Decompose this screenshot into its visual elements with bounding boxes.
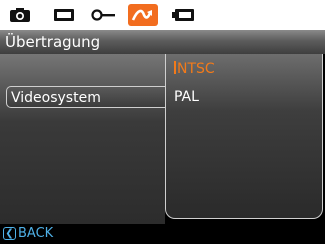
back-label: BACK: [18, 226, 54, 241]
page-title: Übertragung: [0, 30, 325, 54]
menu-list: Videosystem: [0, 54, 168, 224]
transfer-icon: [131, 9, 152, 21]
submenu-area: NTSC PAL: [165, 54, 325, 224]
camera-icon: [10, 8, 30, 22]
menu-item-videosystem[interactable]: Videosystem: [6, 86, 168, 108]
tab-battery[interactable]: [170, 4, 198, 26]
settings-tab-bar: [0, 0, 325, 30]
back-arrow-icon: ❮: [3, 227, 16, 240]
camera-settings-screen: Übertragung Videosystem NTSC PAL ❮ BACK: [0, 0, 325, 244]
option-ntsc[interactable]: NTSC: [174, 60, 215, 78]
submenu-panel: NTSC PAL: [165, 54, 323, 219]
back-button[interactable]: ❮ BACK: [3, 226, 53, 241]
tab-key[interactable]: [90, 4, 118, 26]
tab-camera[interactable]: [6, 4, 34, 26]
tab-transfer[interactable]: [128, 4, 158, 26]
key-icon: [91, 9, 115, 21]
tab-display[interactable]: [50, 4, 78, 26]
option-ntsc-label: NTSC: [177, 61, 215, 77]
display-icon: [54, 9, 74, 21]
battery-icon: [172, 9, 194, 21]
bottom-bar: ❮ BACK: [0, 224, 325, 244]
selection-cursor: [174, 61, 176, 74]
option-pal[interactable]: PAL: [174, 88, 199, 106]
